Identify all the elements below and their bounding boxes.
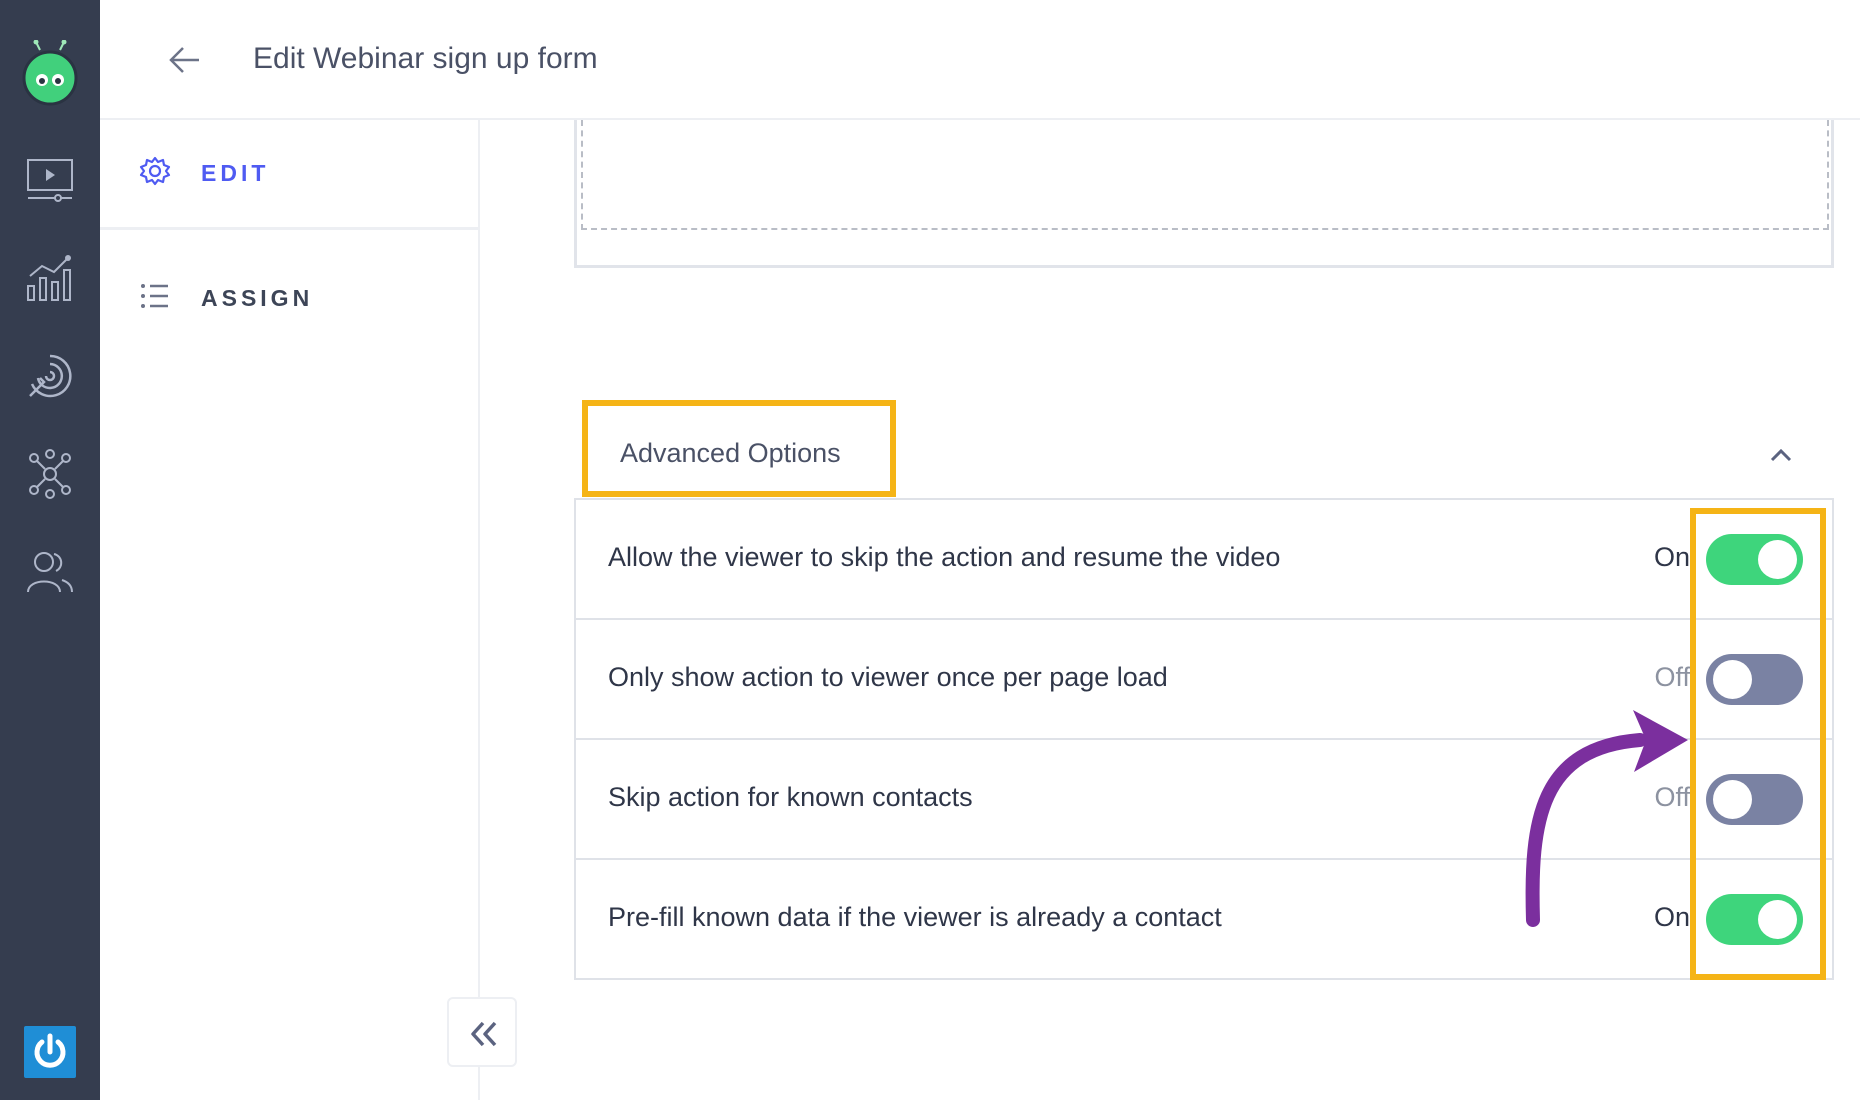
video-player-icon[interactable] — [22, 152, 78, 208]
double-chevron-left-icon — [471, 1021, 497, 1047]
advanced-options-title: Advanced Options — [620, 438, 841, 468]
option-label: Only show action to viewer once per page… — [608, 662, 1168, 692]
toggle-switch[interactable] — [1706, 894, 1803, 945]
toggle-switch[interactable] — [1706, 654, 1803, 705]
page-title: Edit Webinar sign up form — [253, 42, 598, 75]
page-header: Edit Webinar sign up form — [100, 0, 1860, 120]
option-row-prefill: Pre-fill known data if the viewer is alr… — [576, 860, 1832, 980]
advanced-options-list: Allow the viewer to skip the action and … — [574, 498, 1834, 980]
form-sidebar: EDIT ASSIGN — [100, 120, 480, 1100]
gear-icon — [138, 154, 172, 188]
option-state-label: On — [1653, 902, 1690, 932]
option-label: Allow the viewer to skip the action and … — [608, 542, 1281, 572]
form-preview-box — [574, 120, 1834, 268]
power-icon[interactable] — [24, 1026, 76, 1078]
analytics-chart-icon[interactable] — [22, 250, 78, 306]
option-row-once-per-load: Only show action to viewer once per page… — [576, 620, 1832, 740]
integrations-network-icon[interactable] — [22, 446, 78, 502]
form-dropzone[interactable] — [581, 120, 1829, 230]
option-row-skip-known-contacts: Skip action for known contacts Off — [576, 740, 1832, 860]
option-row-skip-action: Allow the viewer to skip the action and … — [576, 500, 1832, 620]
option-state-label: Off — [1654, 662, 1690, 692]
back-arrow-icon[interactable] — [165, 40, 205, 80]
robot-logo-icon[interactable] — [20, 39, 80, 106]
target-fingerprint-icon[interactable] — [22, 348, 78, 404]
sidebar-item-assign[interactable]: ASSIGN — [100, 245, 478, 355]
collapse-sidebar-button[interactable] — [447, 997, 517, 1067]
list-icon — [138, 279, 172, 313]
sidebar-item-label: ASSIGN — [201, 285, 314, 311]
option-state-label: Off — [1654, 782, 1690, 812]
sidebar-item-edit[interactable]: EDIT — [100, 120, 478, 230]
option-label: Pre-fill known data if the viewer is alr… — [608, 902, 1222, 932]
left-nav-rail — [0, 0, 100, 1100]
sidebar-item-label: EDIT — [201, 160, 270, 186]
contacts-people-icon[interactable] — [22, 544, 78, 600]
toggle-switch[interactable] — [1706, 534, 1803, 585]
option-label: Skip action for known contacts — [608, 782, 973, 812]
option-state-label: On — [1653, 542, 1690, 572]
toggle-switch[interactable] — [1706, 774, 1803, 825]
advanced-options-header[interactable]: Advanced Options — [582, 400, 896, 497]
chevron-up-icon[interactable] — [1766, 440, 1796, 470]
